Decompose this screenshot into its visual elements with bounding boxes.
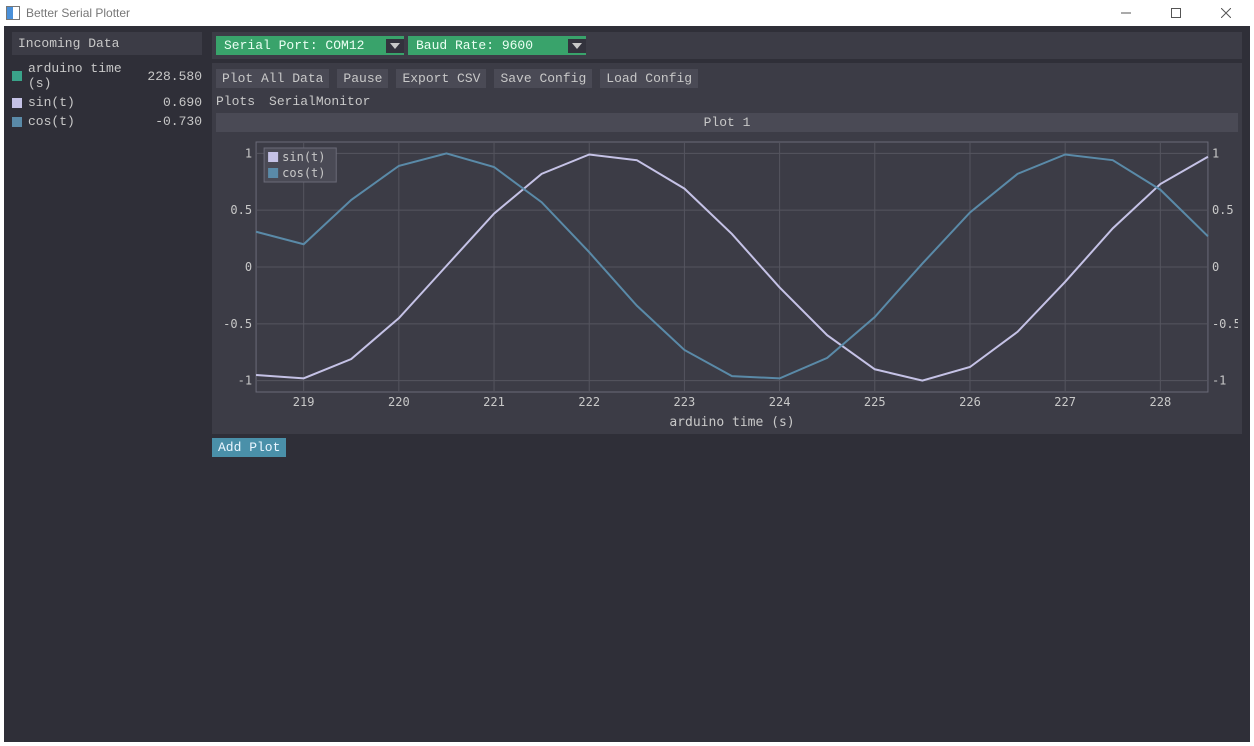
svg-text:0: 0	[1212, 260, 1219, 274]
svg-text:228: 228	[1149, 395, 1171, 409]
svg-text:0.5: 0.5	[230, 203, 252, 217]
sidebar-item-name: sin(t)	[28, 95, 146, 110]
toolbar: Plot All Data Pause Export CSV Save Conf…	[216, 67, 1238, 92]
sidebar-item[interactable]: cos(t) -0.730	[12, 112, 202, 131]
load-config-button[interactable]: Load Config	[600, 69, 698, 88]
tab-serial-monitor[interactable]: SerialMonitor	[269, 94, 370, 109]
svg-text:223: 223	[674, 395, 696, 409]
svg-text:225: 225	[864, 395, 886, 409]
maximize-button[interactable]	[1154, 0, 1198, 26]
svg-text:221: 221	[483, 395, 505, 409]
export-csv-button[interactable]: Export CSV	[396, 69, 486, 88]
sidebar-header: Incoming Data	[12, 32, 202, 55]
color-swatch	[12, 117, 22, 127]
chevron-down-icon[interactable]	[386, 39, 404, 53]
save-config-button[interactable]: Save Config	[494, 69, 592, 88]
add-plot-button[interactable]: Add Plot	[212, 438, 286, 457]
color-swatch	[12, 98, 22, 108]
window-titlebar: Better Serial Plotter	[0, 0, 1254, 26]
sidebar-item-name: cos(t)	[28, 114, 146, 129]
svg-text:0: 0	[245, 260, 252, 274]
svg-text:arduino time (s): arduino time (s)	[669, 415, 794, 430]
chevron-down-icon[interactable]	[568, 39, 586, 53]
svg-text:222: 222	[578, 395, 600, 409]
plot-all-button[interactable]: Plot All Data	[216, 69, 329, 88]
svg-text:227: 227	[1054, 395, 1076, 409]
sidebar-item[interactable]: sin(t) 0.690	[12, 93, 202, 112]
app-icon	[6, 6, 20, 20]
plot-panel: Plot All Data Pause Export CSV Save Conf…	[212, 63, 1242, 434]
svg-text:-0.5: -0.5	[223, 317, 252, 331]
baud-rate-label: Baud Rate: 9600	[408, 36, 568, 55]
sidebar-item-value: 0.690	[154, 95, 202, 110]
svg-text:1: 1	[245, 146, 252, 160]
serial-port-label: Serial Port: COM12	[216, 36, 386, 55]
svg-text:-1: -1	[238, 374, 252, 388]
window-title: Better Serial Plotter	[26, 6, 130, 20]
svg-text:-0.5: -0.5	[1212, 317, 1238, 331]
pause-button[interactable]: Pause	[337, 69, 388, 88]
svg-text:0.5: 0.5	[1212, 203, 1234, 217]
serial-port-dropdown[interactable]: Serial Port: COM12	[216, 36, 404, 55]
svg-text:sin(t): sin(t)	[282, 150, 325, 164]
svg-text:1: 1	[1212, 146, 1219, 160]
svg-text:226: 226	[959, 395, 981, 409]
color-swatch	[12, 71, 22, 81]
svg-text:220: 220	[388, 395, 410, 409]
sidebar: Incoming Data arduino time (s)228.580sin…	[4, 26, 204, 742]
sidebar-item-name: arduino time (s)	[28, 61, 139, 91]
svg-text:224: 224	[769, 395, 791, 409]
tab-plots[interactable]: Plots	[216, 94, 255, 109]
svg-text:cos(t): cos(t)	[282, 166, 325, 180]
tabs: Plots SerialMonitor	[216, 92, 1238, 113]
svg-text:-1: -1	[1212, 374, 1226, 388]
baud-rate-dropdown[interactable]: Baud Rate: 9600	[408, 36, 586, 55]
connection-bar: Serial Port: COM12 Baud Rate: 9600	[212, 32, 1242, 59]
sidebar-item-value: -0.730	[154, 114, 202, 129]
sidebar-item-value: 228.580	[147, 69, 202, 84]
plot-title: Plot 1	[216, 113, 1238, 132]
minimize-button[interactable]	[1104, 0, 1148, 26]
plot-area[interactable]: 1 1 0.5 0.5 0 0 -0.5 -0.5 -1 -1 219 220 221 222 223 224…	[216, 132, 1238, 432]
svg-text:219: 219	[293, 395, 315, 409]
close-button[interactable]	[1204, 0, 1248, 26]
sidebar-item[interactable]: arduino time (s) 228.580	[12, 59, 202, 93]
